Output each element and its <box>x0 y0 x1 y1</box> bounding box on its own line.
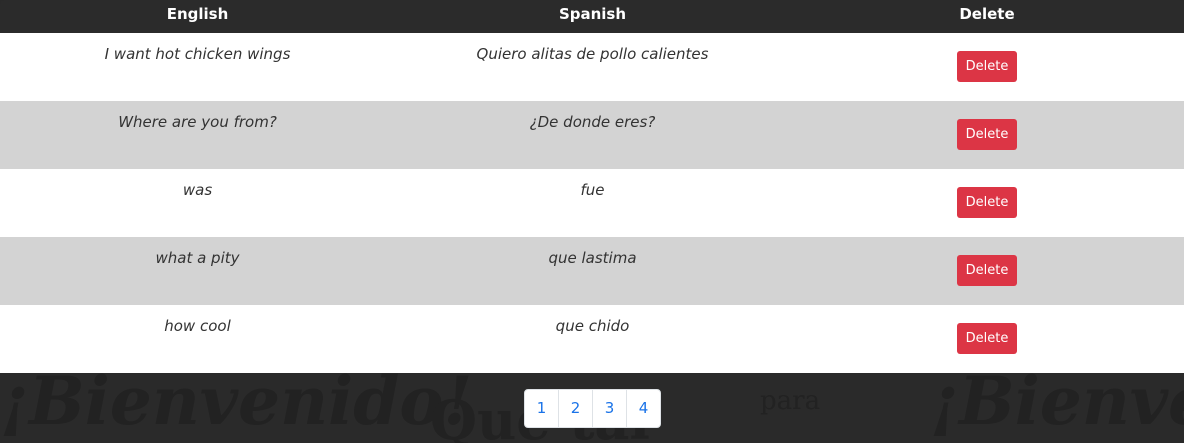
background-word: ¡Bienve <box>930 362 1184 440</box>
delete-cell: Delete <box>790 305 1184 373</box>
header-spanish: Spanish <box>558 5 627 23</box>
delete-cell: Delete <box>790 101 1184 169</box>
page-background: ¡Bienvenido! Que tal para ¡Bienve Englis… <box>0 0 1184 443</box>
page-link-4[interactable]: 4 <box>627 390 660 427</box>
english-cell: how cool <box>164 317 231 335</box>
spanish-cell: que chido <box>555 317 630 335</box>
table-header: English Spanish Delete <box>0 0 1184 33</box>
table-row: what a pity que lastima Delete <box>0 237 1184 305</box>
spanish-cell: fue <box>580 181 605 199</box>
english-cell: Where are you from? <box>118 113 277 131</box>
english-cell: was <box>182 181 213 199</box>
delete-button[interactable]: Delete <box>956 255 1018 286</box>
page-link-2[interactable]: 2 <box>559 390 593 427</box>
page-link-1[interactable]: 1 <box>525 390 559 427</box>
page-link-3[interactable]: 3 <box>593 390 627 427</box>
delete-button[interactable]: Delete <box>956 119 1018 150</box>
delete-cell: Delete <box>790 169 1184 237</box>
header-english: English <box>166 5 229 23</box>
pagination: 1 2 3 4 <box>524 389 661 428</box>
delete-button[interactable]: Delete <box>956 51 1018 82</box>
english-cell: what a pity <box>155 249 240 267</box>
header-delete: Delete <box>959 5 1015 23</box>
background-word: ¡Bienvenido! <box>0 362 473 440</box>
spanish-cell: que lastima <box>548 249 637 267</box>
delete-cell: Delete <box>790 237 1184 305</box>
delete-cell: Delete <box>790 33 1184 101</box>
background-word: para <box>760 386 821 416</box>
spanish-cell: ¿De donde eres? <box>529 113 656 131</box>
table-row: Where are you from? ¿De donde eres? Dele… <box>0 101 1184 169</box>
phrases-table: English Spanish Delete I want hot chicke… <box>0 0 1184 373</box>
english-cell: I want hot chicken wings <box>104 45 291 63</box>
delete-button[interactable]: Delete <box>956 187 1018 218</box>
table-row: was fue Delete <box>0 169 1184 237</box>
spanish-cell: Quiero alitas de pollo calientes <box>476 45 709 63</box>
table-row: how cool que chido Delete <box>0 305 1184 373</box>
delete-button[interactable]: Delete <box>956 323 1018 354</box>
table-row: I want hot chicken wings Quiero alitas d… <box>0 33 1184 101</box>
